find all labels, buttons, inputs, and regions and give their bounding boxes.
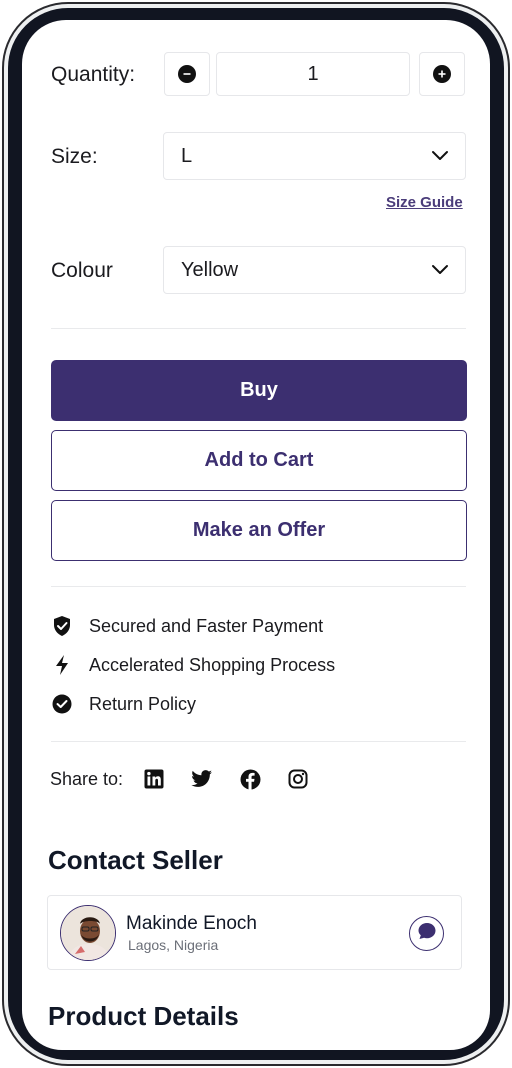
check-circle-icon <box>51 693 73 715</box>
divider <box>51 328 466 329</box>
seller-location: Lagos, Nigeria <box>128 937 219 953</box>
colour-label: Colour <box>51 259 113 282</box>
feature-text: Accelerated Shopping Process <box>89 654 336 675</box>
plus-circle-icon <box>433 65 451 83</box>
facebook-icon[interactable] <box>239 768 261 790</box>
feature-text: Secured and Faster Payment <box>89 615 324 636</box>
seller-name: Makinde Enoch <box>126 913 257 934</box>
chat-bubble-icon <box>417 921 437 946</box>
quantity-decrease-button[interactable] <box>164 52 210 96</box>
lightning-icon <box>51 654 73 676</box>
buy-button[interactable]: Buy <box>51 360 467 421</box>
size-guide-link[interactable]: Size Guide <box>386 194 463 211</box>
feature-accelerated-shopping: Accelerated Shopping Process <box>51 653 335 677</box>
colour-selected-value: Yellow <box>181 258 239 281</box>
make-offer-button[interactable]: Make an Offer <box>51 500 467 561</box>
shield-check-icon <box>51 615 73 637</box>
add-to-cart-button[interactable]: Add to Cart <box>51 430 467 491</box>
chat-button[interactable] <box>409 916 444 951</box>
feature-text: Return Policy <box>89 693 197 714</box>
avatar <box>60 905 116 961</box>
chevron-down-icon <box>431 259 449 282</box>
feature-return-policy: Return Policy <box>51 692 196 716</box>
size-selected-value: L <box>181 144 193 167</box>
quantity-label: Quantity: <box>51 63 136 86</box>
feature-secure-payment: Secured and Faster Payment <box>51 614 323 638</box>
linkedin-icon[interactable] <box>143 768 165 790</box>
size-select[interactable]: L <box>163 132 466 180</box>
colour-select[interactable]: Yellow <box>163 246 466 294</box>
divider <box>51 741 466 742</box>
divider <box>51 586 466 587</box>
quantity-input[interactable]: 1 <box>216 52 410 96</box>
contact-seller-title: Contact Seller <box>48 845 223 875</box>
share-label: Share to: <box>50 769 124 789</box>
product-details-title: Product Details <box>48 1001 239 1031</box>
chevron-down-icon <box>431 145 449 168</box>
size-label: Size: <box>51 145 98 168</box>
minus-circle-icon <box>178 65 196 83</box>
twitter-icon[interactable] <box>191 768 213 790</box>
quantity-increase-button[interactable] <box>419 52 465 96</box>
instagram-icon[interactable] <box>287 768 309 790</box>
seller-card[interactable]: Makinde Enoch Lagos, Nigeria <box>47 895 462 970</box>
